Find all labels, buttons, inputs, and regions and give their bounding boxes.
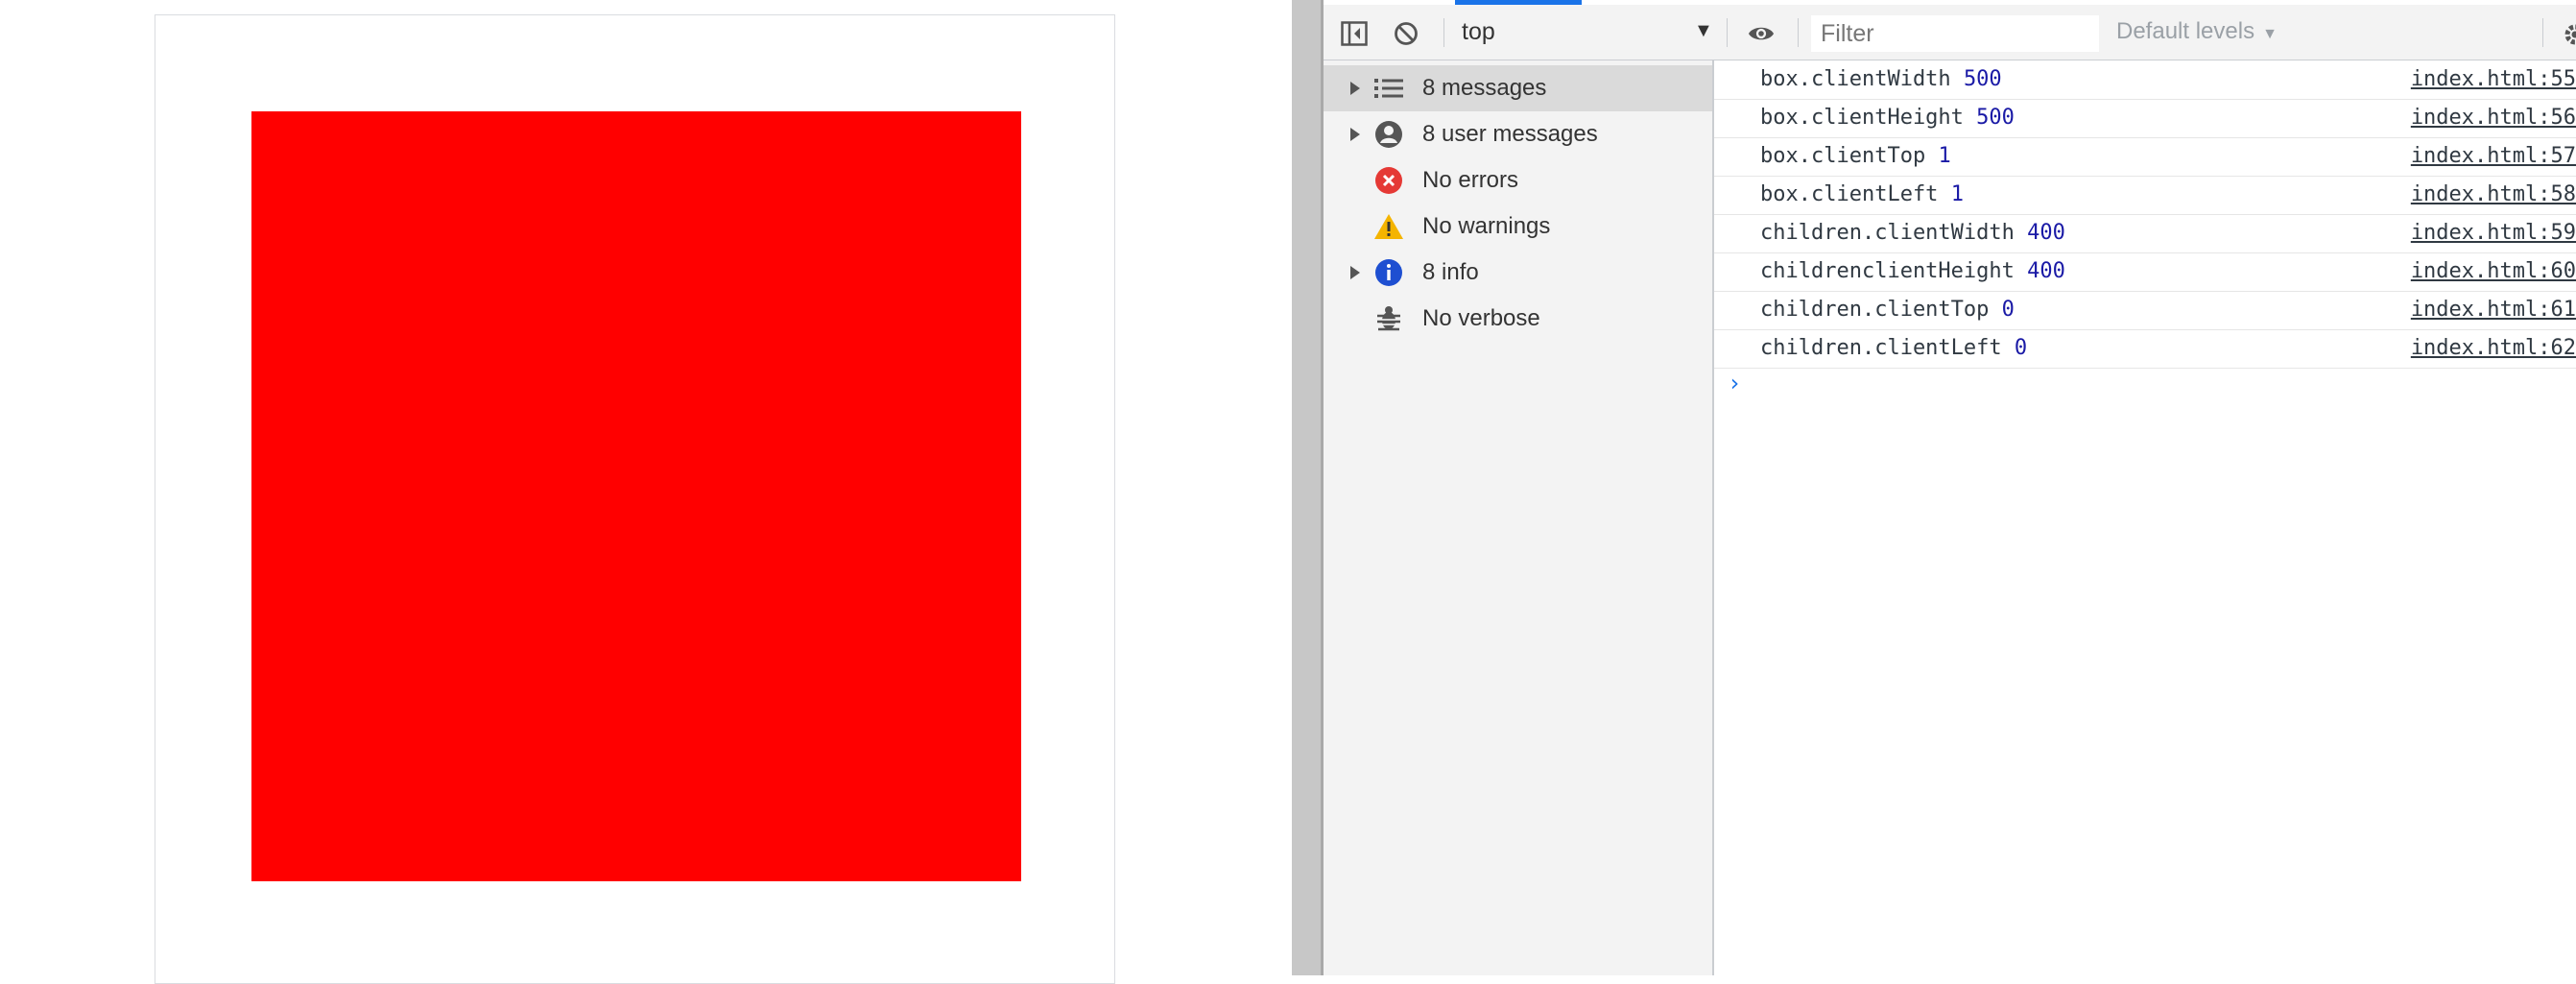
sidebar-item-label: No errors — [1422, 167, 1518, 194]
sidebar-item-label: 8 user messages — [1422, 121, 1598, 148]
toolbar-separator — [1727, 18, 1728, 47]
info-icon — [1373, 257, 1404, 288]
message-value: 0 — [2015, 336, 2027, 360]
console-message: box.clientHeight 500 index.html:56 — [1714, 100, 2576, 138]
source-link[interactable]: index.html:59 — [2411, 221, 2576, 245]
clear-console-icon[interactable] — [1393, 20, 1419, 47]
sidebar-item-warnings[interactable]: No warnings — [1324, 204, 1712, 250]
sidebar-item-label: 8 messages — [1422, 75, 1546, 102]
source-link[interactable]: index.html:61 — [2411, 298, 2576, 322]
message-value: 500 — [1976, 106, 2015, 130]
error-icon — [1373, 165, 1404, 196]
expand-triangle-icon[interactable] — [1350, 82, 1362, 95]
message-text: children.clientLeft 0 — [1760, 336, 2027, 360]
filter-input[interactable] — [1811, 15, 2099, 52]
console-message: children.clientTop 0 index.html:61 — [1714, 292, 2576, 330]
message-expression: box.clientWidth — [1760, 67, 1951, 91]
console-prompt[interactable]: › — [1728, 370, 1741, 396]
message-text: childrenclientHeight 400 — [1760, 259, 2065, 283]
toolbar-separator — [2542, 18, 2543, 47]
console-toolbar: top ▼ Default levels ▼ — [1324, 5, 2576, 60]
children-element — [251, 111, 1021, 881]
expand-triangle-icon[interactable] — [1350, 128, 1362, 141]
sidebar-item-verbose[interactable]: No verbose — [1324, 296, 1712, 342]
gear-icon[interactable] — [2563, 22, 2576, 49]
message-value: 0 — [2002, 298, 2015, 322]
bug-icon — [1373, 303, 1404, 334]
sidebar-item-user-messages[interactable]: 8 user messages — [1324, 111, 1712, 157]
user-icon — [1373, 119, 1404, 150]
console-message: childrenclientHeight 400 index.html:60 — [1714, 253, 2576, 292]
sidebar-item-label: 8 info — [1422, 259, 1479, 286]
expand-triangle-icon[interactable] — [1350, 266, 1362, 279]
message-value: 500 — [1964, 67, 2002, 91]
message-value: 400 — [2027, 259, 2065, 283]
message-value: 400 — [2027, 221, 2065, 245]
source-link[interactable]: index.html:55 — [2411, 67, 2576, 91]
message-text: box.clientTop 1 — [1760, 144, 1951, 168]
log-levels-label: Default levels — [2116, 18, 2254, 44]
sidebar-item-errors[interactable]: No errors — [1324, 157, 1712, 204]
console-message: children.clientWidth 400 index.html:59 — [1714, 215, 2576, 253]
message-expression: children.clientWidth — [1760, 221, 2015, 245]
message-value: 1 — [1951, 182, 1964, 206]
sidebar-item-messages[interactable]: 8 messages — [1324, 65, 1712, 111]
message-expression: box.clientLeft — [1760, 182, 1938, 206]
console-message: box.clientLeft 1 index.html:58 — [1714, 177, 2576, 215]
toolbar-separator — [1443, 18, 1444, 47]
source-link[interactable]: index.html:58 — [2411, 182, 2576, 206]
message-text: children.clientTop 0 — [1760, 298, 2015, 322]
message-expression: box.clientTop — [1760, 144, 1925, 168]
levels-chevron-icon: ▼ — [2262, 26, 2278, 42]
message-expression: children.clientLeft — [1760, 336, 2002, 360]
message-expression: children.clientTop — [1760, 298, 1989, 322]
sidebar-item-label: No warnings — [1422, 213, 1550, 240]
message-text: box.clientLeft 1 — [1760, 182, 1964, 206]
message-expression: box.clientHeight — [1760, 106, 1964, 130]
sidebar-item-info[interactable]: 8 info — [1324, 250, 1712, 296]
devtools-panel: top ▼ Default levels ▼ 8 messages 8 user … — [1324, 0, 2576, 975]
source-link[interactable]: index.html:56 — [2411, 106, 2576, 130]
console-message: children.clientLeft 0 index.html:62 — [1714, 330, 2576, 369]
message-text: box.clientHeight 500 — [1760, 106, 2015, 130]
message-text: children.clientWidth 400 — [1760, 221, 2065, 245]
warning-icon — [1373, 211, 1404, 242]
toolbar-separator — [1798, 18, 1799, 47]
sidebar-toggle-icon[interactable] — [1341, 20, 1368, 47]
source-link[interactable]: index.html:62 — [2411, 336, 2576, 360]
list-icon — [1373, 73, 1404, 104]
console-messages: box.clientWidth 500 index.html:55 box.cl… — [1714, 60, 2576, 975]
source-link[interactable]: index.html:57 — [2411, 144, 2576, 168]
source-link[interactable]: index.html:60 — [2411, 259, 2576, 283]
console-message: box.clientWidth 500 index.html:55 — [1714, 61, 2576, 100]
log-levels-dropdown[interactable]: Default levels ▼ — [2116, 18, 2278, 45]
sidebar-item-label: No verbose — [1422, 305, 1540, 332]
console-sidebar: 8 messages 8 user messages No errors No … — [1324, 60, 1714, 975]
message-text: box.clientWidth 500 — [1760, 67, 2002, 91]
message-value: 1 — [1938, 144, 1950, 168]
devtools-splitter[interactable] — [1292, 0, 1324, 975]
context-selector[interactable]: top — [1462, 18, 1495, 46]
message-expression: childrenclientHeight — [1760, 259, 2015, 283]
context-dropdown-icon[interactable]: ▼ — [1694, 20, 1713, 42]
console-message: box.clientTop 1 index.html:57 — [1714, 138, 2576, 177]
live-expression-eye-icon[interactable] — [1748, 20, 1775, 47]
page-viewport — [0, 0, 1292, 975]
